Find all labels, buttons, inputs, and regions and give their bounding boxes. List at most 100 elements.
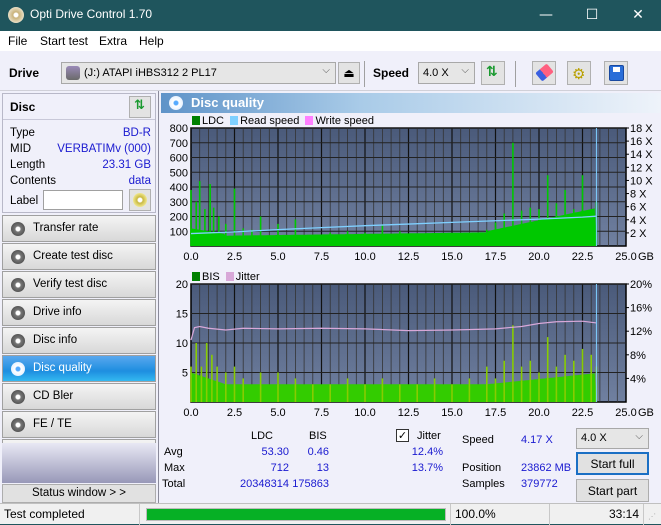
refresh-button[interactable]: ⇅ (481, 61, 505, 85)
disc-header: Disc (10, 100, 36, 114)
erase-button[interactable] (532, 61, 556, 85)
eject-button[interactable]: ⏏ (338, 62, 360, 84)
speed-stat-value: 4.17 X (521, 434, 553, 446)
x-tick-label: 20.0 (528, 407, 549, 419)
save-button[interactable] (604, 61, 628, 85)
disc-panel-header: Disc ⇅ (3, 94, 155, 120)
window-title: Opti Drive Control 1.70 (30, 7, 153, 21)
progress-bar (146, 508, 446, 521)
nav-disc-info[interactable]: Disc info (2, 327, 156, 354)
disc-label-button[interactable] (129, 189, 151, 211)
y-tick-label-right: 16% (630, 303, 652, 315)
eject-icon: ⏏ (343, 66, 355, 80)
x-tick-label: 5.0 (270, 407, 285, 419)
menu-file[interactable]: File (8, 34, 27, 48)
contents-label: Contents (10, 175, 57, 187)
x-tick-label: 7.5 (314, 407, 329, 419)
total-ldc: 20348314 (240, 478, 289, 490)
x-tick-label: 15.0 (441, 407, 462, 419)
menu-extra[interactable]: Extra (99, 34, 127, 48)
nav-label: Drive info (33, 306, 82, 318)
toolbar-divider (364, 61, 365, 87)
nav-label: Create test disc (33, 250, 113, 262)
start-full-button[interactable]: Start full (576, 452, 649, 475)
drive-select[interactable]: (J:) ATAPI iHBS312 2 PL17 ⌵ (61, 62, 336, 84)
status-window-button[interactable]: Status window > > (2, 484, 156, 503)
x-tick-label: 12.5 (398, 251, 419, 263)
avg-ldc: 53.30 (261, 446, 289, 458)
refresh-arrows-icon: ⇅ (134, 98, 145, 113)
x-tick-label: 0.0 (183, 407, 198, 419)
toolbar: Drive (J:) ATAPI iHBS312 2 PL17 ⌵ ⏏ Spee… (0, 51, 661, 91)
progress-label: 100.0% (450, 504, 550, 525)
nav-create-test-disc[interactable]: Create test disc (2, 243, 156, 270)
speed-select[interactable]: 4.0 X ⌵ (418, 62, 475, 84)
x-tick-label: 25.0 (615, 251, 636, 263)
label-input[interactable] (43, 190, 123, 210)
close-button[interactable]: ✕ (615, 0, 661, 31)
menu-help[interactable]: Help (139, 34, 164, 48)
title-bar: Opti Drive Control 1.70 — ☐ ✕ (0, 0, 661, 31)
maximize-button[interactable]: ☐ (569, 0, 615, 31)
total-bis: 175863 (292, 478, 329, 490)
disc-quality-icon (169, 96, 183, 110)
disc-icon (11, 334, 25, 348)
x-tick-label: 12.5 (398, 407, 419, 419)
progress-fill (147, 509, 445, 520)
y-tick-label-left: 600 (170, 153, 188, 165)
test-speed-value: 4.0 X (581, 432, 607, 444)
app-disc-icon (8, 7, 24, 23)
y-tick-label-right: 6 X (630, 202, 647, 214)
chevron-down-icon: ⌵ (461, 65, 469, 76)
settings-button[interactable]: ⚙ (567, 61, 591, 85)
resize-grip[interactable]: ⋰ (648, 512, 656, 521)
minimize-button[interactable]: — (523, 0, 569, 31)
disc-icon (11, 390, 25, 404)
type-value: BD-R (122, 127, 151, 139)
nav-drive-info[interactable]: Drive info (2, 299, 156, 326)
nav-verify-test-disc[interactable]: Verify test disc (2, 271, 156, 298)
nav-disc-quality[interactable]: Disc quality (2, 355, 156, 382)
nav-fe-te[interactable]: FE / TE (2, 411, 156, 438)
chevron-down-icon: ⌵ (635, 431, 643, 442)
type-label: Type (10, 127, 35, 139)
x-tick-label: 5.0 (270, 251, 285, 263)
disc-refresh-button[interactable]: ⇅ (129, 96, 151, 118)
y-tick-label-left: 10 (176, 338, 188, 350)
cd-icon (133, 193, 147, 207)
start-part-button[interactable]: Start part (576, 479, 649, 502)
mid-value: VERBATIMv (000) (57, 143, 151, 155)
total-label: Total (162, 478, 186, 490)
y-tick-label-right: 4 X (630, 215, 647, 227)
bis-chart: 5 10 15 20 4% 8% 12% 16% 20% 0.0 2.5 5.0 7.5 10.0 12.5… (176, 279, 654, 419)
jitter-checkbox[interactable]: ✓ (396, 429, 409, 442)
label-label: Label (10, 195, 39, 207)
max-label: Max (164, 462, 185, 474)
length-label: Length (10, 159, 46, 171)
position-value: 23862 MB (521, 462, 572, 474)
y-tick-label-right: 12 X (630, 162, 653, 174)
menu-start-test[interactable]: Start test (40, 34, 88, 48)
y-tick-label-left: 5 (182, 368, 188, 380)
gears-icon: ⚙ (572, 65, 586, 83)
x-tick-label: 0.0 (183, 251, 198, 263)
nav-transfer-rate[interactable]: Transfer rate (2, 215, 156, 242)
x-axis-unit: GB (638, 251, 654, 263)
y-tick-label-right: 8% (630, 350, 646, 362)
disc-icon (11, 222, 25, 236)
x-tick-label: 2.5 (227, 407, 242, 419)
nav-label: Disc quality (33, 362, 92, 374)
refresh-arrows-icon: ⇅ (486, 64, 498, 80)
nav-label: CD Bler (33, 390, 74, 402)
elapsed-time: 33:14 (550, 504, 644, 525)
max-ldc: 712 (270, 462, 289, 474)
mid-label: MID (10, 143, 32, 155)
disc-icon (11, 250, 25, 264)
y-tick-label-left: 500 (170, 167, 188, 179)
nav-cd-bler[interactable]: CD Bler (2, 383, 156, 410)
x-tick-label: 10.0 (354, 407, 375, 419)
sidebar: Disc ⇅ Type BD-R MID VERBATIMv (000) Len… (0, 91, 158, 503)
y-tick-label-right: 20% (630, 279, 652, 291)
samples-label: Samples (462, 478, 505, 490)
test-speed-select[interactable]: 4.0 X ⌵ (576, 428, 649, 449)
